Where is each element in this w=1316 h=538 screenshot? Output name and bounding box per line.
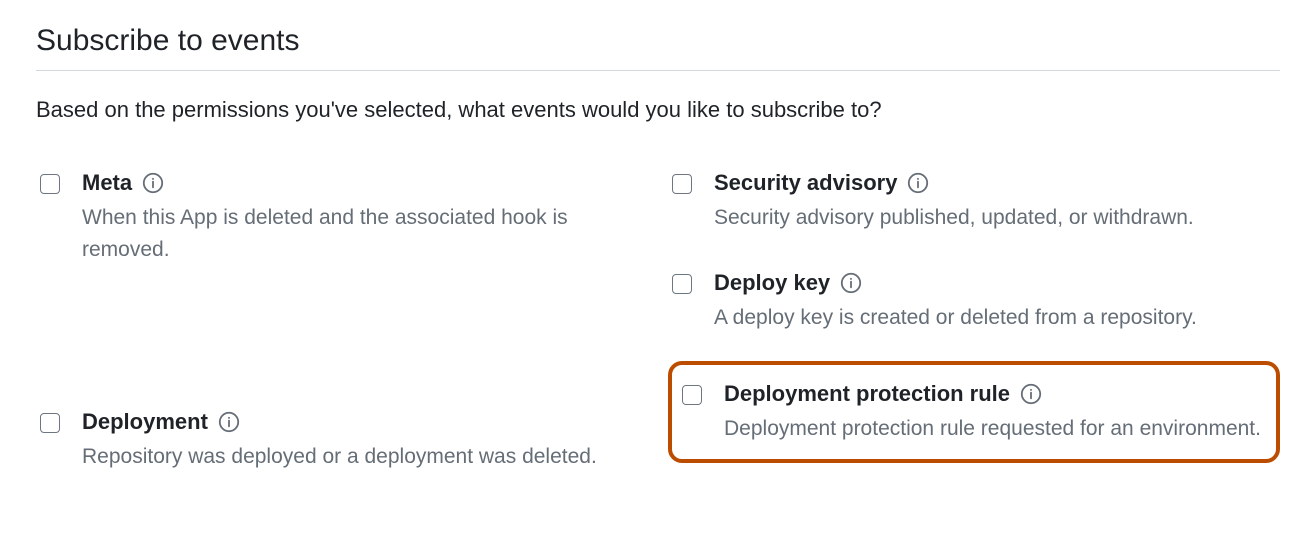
event-title-meta: Meta: [82, 170, 132, 196]
event-title-security-advisory: Security advisory: [714, 170, 897, 196]
event-title-deployment: Deployment: [82, 409, 208, 435]
checkbox-deploy-key[interactable]: [672, 274, 692, 294]
event-title-row: Meta: [82, 170, 638, 196]
event-item-security-advisory: Security advisory Security advisory publ…: [668, 162, 1280, 244]
section-intro: Based on the permissions you've selected…: [36, 93, 1280, 126]
event-title-row: Security advisory: [714, 170, 1270, 196]
event-item-deployment-protection-rule: Deployment protection rule Deployment pr…: [668, 361, 1280, 463]
events-grid: Meta When this App is deleted and the as…: [36, 162, 1280, 501]
event-content: Deployment Repository was deployed or a …: [82, 409, 638, 473]
event-desc-security-advisory: Security advisory published, updated, or…: [714, 202, 1270, 234]
events-right-column: Security advisory Security advisory publ…: [668, 162, 1280, 471]
event-content: Deploy key A deploy key is created or de…: [714, 270, 1270, 334]
event-desc-deployment-protection-rule: Deployment protection rule requested for…: [724, 413, 1262, 445]
info-icon[interactable]: [142, 172, 164, 194]
events-left-column: Meta When this App is deleted and the as…: [36, 162, 648, 501]
checkbox-meta[interactable]: [40, 174, 60, 194]
event-title-row: Deployment: [82, 409, 638, 435]
checkbox-deployment-protection-rule[interactable]: [682, 385, 702, 405]
spacer: [36, 293, 648, 401]
event-content: Deployment protection rule Deployment pr…: [724, 381, 1262, 445]
event-title-deployment-protection-rule: Deployment protection rule: [724, 381, 1010, 407]
checkbox-security-advisory[interactable]: [672, 174, 692, 194]
event-desc-meta: When this App is deleted and the associa…: [82, 202, 638, 265]
section-heading: Subscribe to events: [36, 24, 1280, 71]
event-desc-deployment: Repository was deployed or a deployment …: [82, 441, 638, 473]
event-item-deployment: Deployment Repository was deployed or a …: [36, 401, 648, 483]
info-icon[interactable]: [840, 272, 862, 294]
event-item-meta: Meta When this App is deleted and the as…: [36, 162, 648, 275]
event-desc-deploy-key: A deploy key is created or deleted from …: [714, 302, 1270, 334]
event-content: Meta When this App is deleted and the as…: [82, 170, 638, 265]
event-title-row: Deploy key: [714, 270, 1270, 296]
event-content: Security advisory Security advisory publ…: [714, 170, 1270, 234]
event-title-deploy-key: Deploy key: [714, 270, 830, 296]
info-icon[interactable]: [1020, 383, 1042, 405]
info-icon[interactable]: [218, 411, 240, 433]
checkbox-deployment[interactable]: [40, 413, 60, 433]
subscribe-events-section: Subscribe to events Based on the permiss…: [0, 0, 1316, 521]
info-icon[interactable]: [907, 172, 929, 194]
event-item-deploy-key: Deploy key A deploy key is created or de…: [668, 262, 1280, 344]
event-title-row: Deployment protection rule: [724, 381, 1262, 407]
